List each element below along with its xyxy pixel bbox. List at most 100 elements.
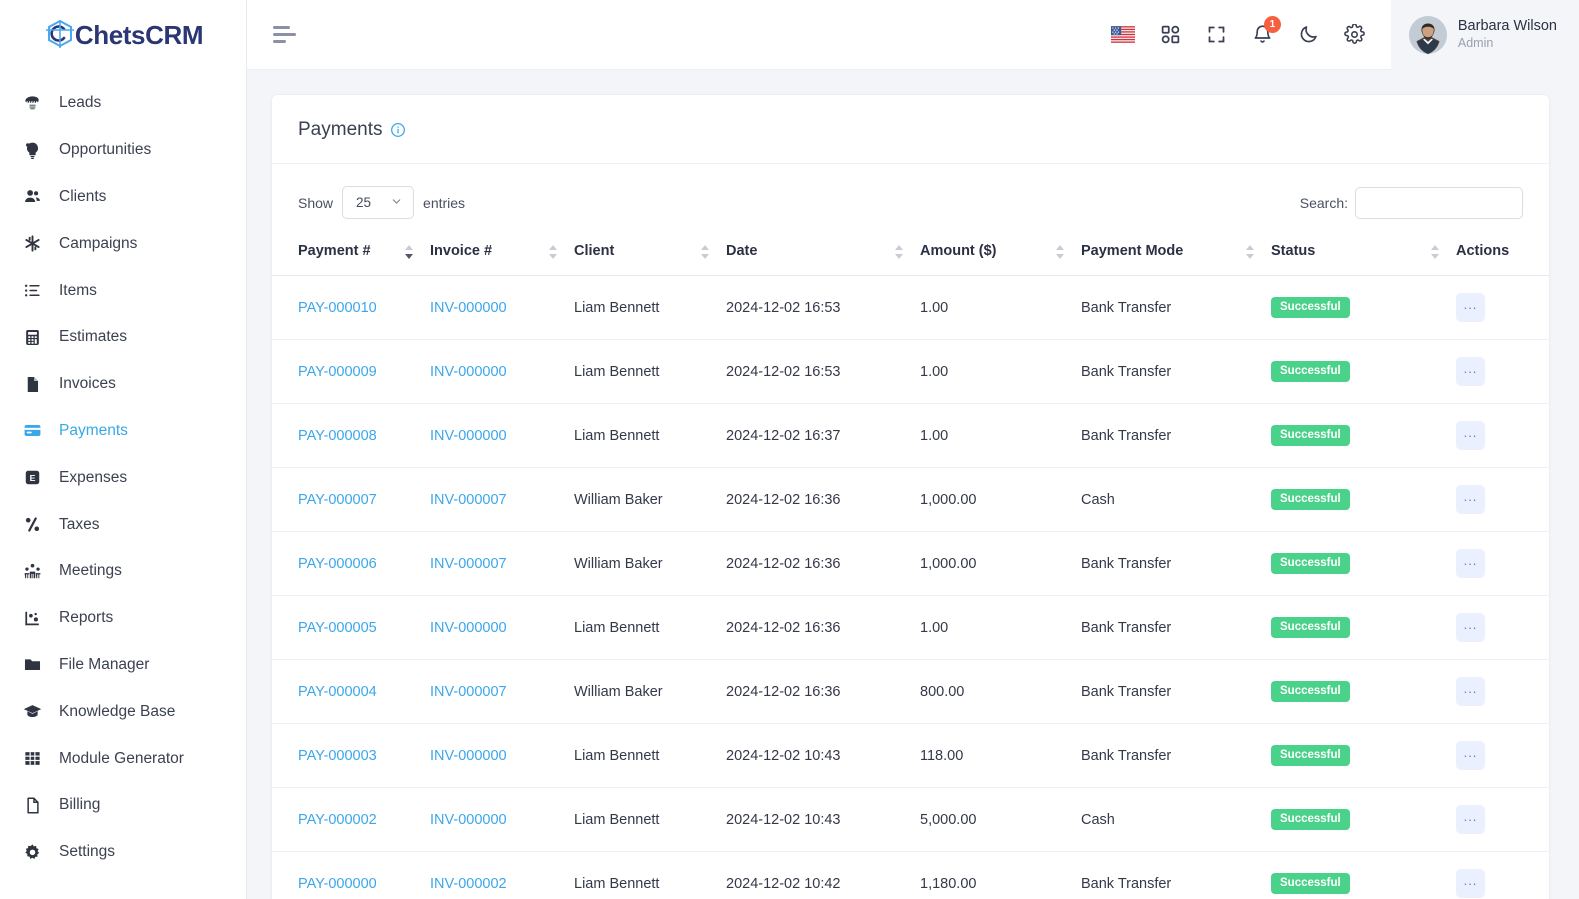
cell-date: 2024-12-02 16:53 bbox=[726, 275, 920, 340]
row-actions-button[interactable]: ... bbox=[1456, 677, 1485, 706]
cell-client: William Baker bbox=[574, 467, 726, 532]
invoice-link[interactable]: INV-000000 bbox=[430, 620, 507, 636]
row-actions-button[interactable]: ... bbox=[1456, 741, 1485, 770]
col-client[interactable]: Client bbox=[574, 229, 726, 276]
main-area: 1 Barbara Wilson Admin Payments Show 25 … bbox=[247, 0, 1579, 899]
sidebar-item-billing[interactable]: Billing bbox=[0, 782, 246, 829]
cell-client: Liam Bennett bbox=[574, 339, 726, 404]
row-actions-button[interactable]: ... bbox=[1456, 549, 1485, 578]
invoice-link[interactable]: INV-000007 bbox=[430, 492, 507, 508]
hamburger-icon[interactable] bbox=[273, 26, 299, 43]
sort-arrows-icon bbox=[1246, 244, 1255, 260]
invoice-link[interactable]: INV-000000 bbox=[430, 748, 507, 764]
sidebar-item-label: File Manager bbox=[59, 655, 150, 673]
payment-link[interactable]: PAY-000009 bbox=[298, 364, 377, 380]
payment-link[interactable]: PAY-000006 bbox=[298, 556, 377, 572]
user-menu[interactable]: Barbara Wilson Admin bbox=[1390, 0, 1579, 70]
sort-arrows-icon bbox=[549, 244, 558, 260]
cell-invoice-number: INV-000002 bbox=[430, 852, 574, 899]
brand-name: ChetsCRM bbox=[74, 20, 204, 50]
sidebar-item-leads[interactable]: Leads bbox=[0, 80, 246, 127]
content-area: Payments Show 10 bbox=[247, 70, 1579, 899]
sidebar-item-estimates[interactable]: Estimates bbox=[0, 314, 246, 361]
search-input[interactable] bbox=[1355, 186, 1523, 219]
col-status[interactable]: Status bbox=[1271, 229, 1456, 276]
sidebar-item-taxes[interactable]: Taxes bbox=[0, 501, 246, 548]
cell-payment-number: PAY-000007 bbox=[272, 467, 430, 532]
invoice-link[interactable]: INV-000000 bbox=[430, 428, 507, 444]
status-badge: Successful bbox=[1271, 745, 1350, 766]
row-actions-button[interactable]: ... bbox=[1456, 421, 1485, 450]
col-invoice-number[interactable]: Invoice # bbox=[430, 229, 574, 276]
column-label: Actions bbox=[1456, 243, 1510, 259]
sidebar-item-label: Settings bbox=[59, 843, 116, 861]
sidebar-item-knowledge-base[interactable]: Knowledge Base bbox=[0, 688, 246, 735]
payments-table: Payment # Invoice # Client Date Amount (… bbox=[272, 229, 1549, 899]
sidebar-item-invoices[interactable]: Invoices bbox=[0, 361, 246, 408]
sidebar-item-campaigns[interactable]: Campaigns bbox=[0, 220, 246, 267]
col-date[interactable]: Date bbox=[726, 229, 920, 276]
row-actions-button[interactable]: ... bbox=[1456, 293, 1485, 322]
cell-client: William Baker bbox=[574, 531, 726, 596]
invoice-link[interactable]: INV-000007 bbox=[430, 684, 507, 700]
payment-link[interactable]: PAY-000003 bbox=[298, 748, 377, 764]
column-label: Payment # bbox=[298, 243, 371, 259]
gear-icon[interactable] bbox=[1344, 24, 1365, 45]
payment-link[interactable]: PAY-000007 bbox=[298, 492, 377, 508]
col-amount[interactable]: Amount ($) bbox=[920, 229, 1081, 276]
sidebar-item-label: Knowledge Base bbox=[59, 702, 176, 720]
show-entries-control: Show 10 25 50 100 ent bbox=[298, 186, 465, 219]
invoice-link[interactable]: INV-000007 bbox=[430, 556, 507, 572]
invoice-link[interactable]: INV-000000 bbox=[430, 364, 507, 380]
cell-payment-mode: Bank Transfer bbox=[1081, 875, 1172, 892]
row-actions-button[interactable]: ... bbox=[1456, 357, 1485, 386]
sidebar-item-reports[interactable]: Reports bbox=[0, 595, 246, 642]
payment-link[interactable]: PAY-000002 bbox=[298, 812, 377, 828]
table-row: PAY-000004 INV-000007 William Baker 2024-12… bbox=[272, 659, 1549, 724]
col-payment-mode[interactable]: Payment Mode bbox=[1081, 229, 1271, 276]
bell-icon[interactable]: 1 bbox=[1252, 16, 1281, 45]
column-label: Invoice # bbox=[430, 243, 493, 259]
cell-date: 2024-12-02 16:37 bbox=[726, 403, 920, 468]
payment-link[interactable]: PAY-000000 bbox=[298, 876, 377, 892]
payment-link[interactable]: PAY-000010 bbox=[298, 300, 377, 316]
cell-invoice-number: INV-000000 bbox=[430, 339, 574, 404]
moon-icon[interactable] bbox=[1298, 24, 1319, 45]
row-actions-button[interactable]: ... bbox=[1456, 805, 1485, 834]
row-actions-button[interactable]: ... bbox=[1456, 485, 1485, 514]
table-row: PAY-000010 INV-000000 Liam Bennett 2024-12-… bbox=[272, 275, 1549, 340]
row-actions-button[interactable]: ... bbox=[1456, 869, 1485, 898]
telephone-icon bbox=[22, 93, 43, 114]
row-actions-button[interactable]: ... bbox=[1456, 613, 1485, 642]
sidebar-item-file-manager[interactable]: File Manager bbox=[0, 642, 246, 689]
cell-amount: 1,000.00 bbox=[920, 467, 1081, 532]
cell-actions: ... bbox=[1456, 852, 1549, 899]
apps-grid-icon[interactable] bbox=[1160, 24, 1181, 45]
flag-us-icon[interactable] bbox=[1110, 26, 1135, 43]
sidebar-item-module-generator[interactable]: Module Generator bbox=[0, 735, 246, 782]
invoice-link[interactable]: INV-000000 bbox=[430, 812, 507, 828]
col-payment-number[interactable]: Payment # bbox=[272, 229, 430, 276]
info-circle-icon[interactable] bbox=[390, 122, 406, 138]
status-badge: Successful bbox=[1271, 617, 1350, 638]
invoice-link[interactable]: INV-000002 bbox=[430, 876, 507, 892]
sidebar-item-items[interactable]: Items bbox=[0, 267, 246, 314]
sidebar-item-expenses[interactable]: E Expenses bbox=[0, 454, 246, 501]
sidebar-item-label: Opportunities bbox=[59, 141, 152, 159]
chets-logo-icon bbox=[43, 18, 77, 52]
payment-link[interactable]: PAY-000005 bbox=[298, 620, 377, 636]
sidebar-item-opportunities[interactable]: Opportunities bbox=[0, 127, 246, 174]
sidebar-item-payments[interactable]: Payments bbox=[0, 408, 246, 455]
sidebar-item-settings[interactable]: Settings bbox=[0, 829, 246, 876]
brand-logo-area[interactable]: ChetsCRM bbox=[0, 0, 246, 70]
cell-actions: ... bbox=[1456, 403, 1549, 468]
payment-link[interactable]: PAY-000008 bbox=[298, 428, 377, 444]
sidebar-item-meetings[interactable]: Meetings bbox=[0, 548, 246, 595]
col-actions: Actions bbox=[1456, 229, 1549, 276]
payment-link[interactable]: PAY-000004 bbox=[298, 684, 377, 700]
page-length-select[interactable]: 10 25 50 100 bbox=[342, 186, 415, 219]
invoice-link[interactable]: INV-000000 bbox=[430, 300, 507, 316]
sidebar-item-clients[interactable]: Clients bbox=[0, 174, 246, 221]
topbar: 1 Barbara Wilson Admin bbox=[247, 0, 1579, 70]
fullscreen-icon[interactable] bbox=[1206, 24, 1227, 45]
